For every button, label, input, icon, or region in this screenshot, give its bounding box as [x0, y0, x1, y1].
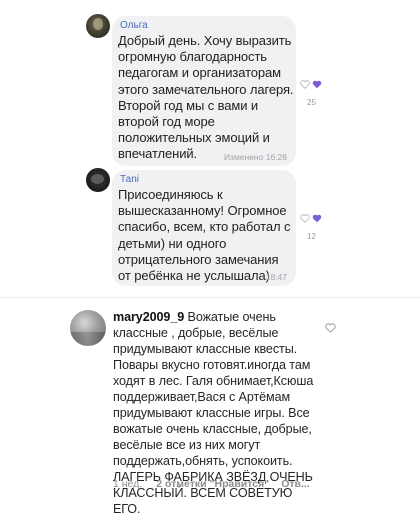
- heart-filled-icon[interactable]: [312, 80, 322, 89]
- message-timestamp: Изменено 16:28: [223, 152, 287, 162]
- reaction-count: 25: [307, 98, 316, 107]
- avatar-mary2009-9[interactable]: [70, 310, 106, 346]
- comment-time: 1 нед.: [113, 478, 143, 490]
- message-text: Добрый день. Хочу выразить огромную благ…: [118, 33, 294, 162]
- message-timestamp: 18:47: [265, 272, 287, 282]
- comment-footer: 1 нед. 2 отметки "Нравится" Отв...: [113, 478, 310, 490]
- heart-filled-icon[interactable]: [312, 214, 322, 223]
- avatar-olga[interactable]: [86, 14, 110, 38]
- message-bubble-1: Ольга Добрый день. Хочу выразить огромну…: [112, 16, 296, 166]
- section-divider: [0, 297, 420, 298]
- avatar-tani[interactable]: [86, 168, 110, 192]
- comment-likes-link[interactable]: 2 отметки "Нравится": [156, 478, 269, 490]
- message-bubble-2: Таni Присоединяюсь к вышесказанному! Огр…: [112, 170, 296, 286]
- reply-link[interactable]: Отв...: [281, 478, 310, 490]
- message-reactions-2[interactable]: [300, 214, 322, 223]
- heart-outline-icon[interactable]: [325, 320, 336, 338]
- reaction-count: 12: [307, 232, 316, 241]
- message-text: Присоединяюсь к вышесказанному! Огромное…: [118, 187, 291, 284]
- message-author[interactable]: Ольга: [120, 20, 148, 31]
- comment-username[interactable]: mary2009_9: [113, 310, 184, 324]
- heart-outline-icon[interactable]: [300, 214, 310, 223]
- message-author[interactable]: Таni: [120, 174, 139, 185]
- heart-outline-icon[interactable]: [300, 80, 310, 89]
- message-reactions-1[interactable]: [300, 80, 322, 89]
